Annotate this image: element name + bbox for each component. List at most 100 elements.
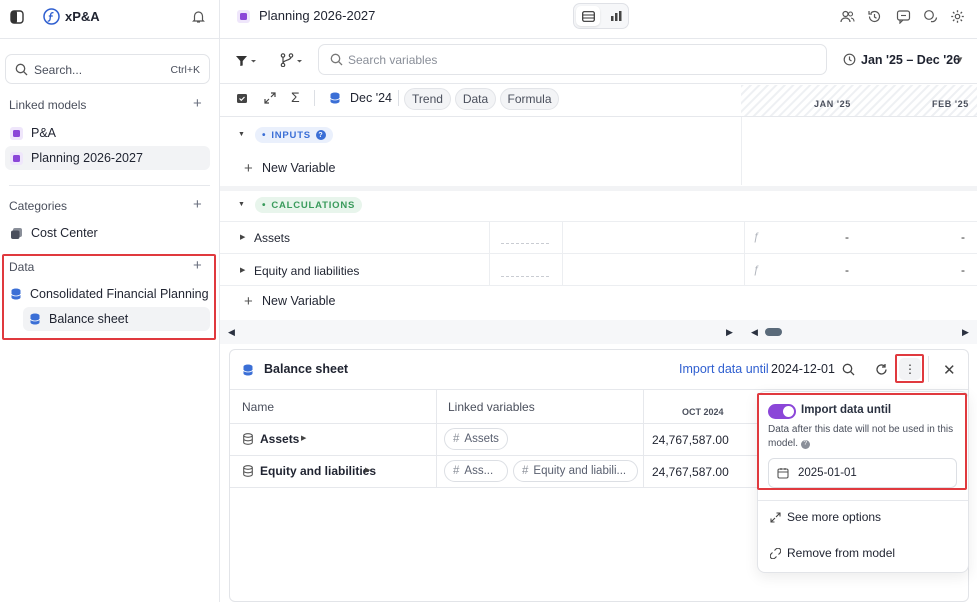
category-item[interactable]: Cost Center [5,221,210,245]
toolbar-separator [314,90,315,106]
column-header-jan: JAN '25 [814,99,851,109]
expand-row-icon[interactable]: ▶ [240,266,245,274]
branch-icon[interactable] [280,53,305,67]
panel-title: Balance sheet [264,362,349,376]
scroll-right-icon[interactable]: ▶ [726,327,733,338]
dashed-placeholder [501,276,549,277]
toggle-label: Import data until [801,404,892,416]
inputs-label: INPUTS [271,129,311,141]
history-icon[interactable] [867,9,882,24]
linked-variable-chip[interactable]: # Assets [444,428,508,450]
trend-pill[interactable]: Trend [404,88,451,110]
inputs-badge: • INPUTS ? [255,127,333,143]
sidebar-header: xP&A [0,0,220,34]
chart-view-icon[interactable] [604,6,628,26]
topbar-divider [220,38,977,39]
table-row-value[interactable]: 24,767,587.00 [652,433,729,447]
plus-icon[interactable]: + [244,160,253,177]
comment-icon[interactable] [896,9,911,24]
calendar-icon [777,467,789,479]
row-name[interactable]: Assets [254,231,290,245]
more-options-icon[interactable]: ⋮ [899,358,921,380]
variable-search-input[interactable]: Search variables [318,44,827,75]
sidebar-search[interactable]: Search... Ctrl+K [5,54,210,84]
data-pill[interactable]: Data [455,88,496,110]
database-icon [10,288,22,300]
formula-pill[interactable]: Formula [500,88,559,110]
linked-variable-chip[interactable]: # Ass... [444,460,508,482]
search-icon[interactable] [842,363,855,376]
popover-description: Data after this date will not be used in… [768,423,963,451]
expand-icon [770,512,781,523]
horizontal-scrollbar-thumb[interactable] [765,328,782,336]
scroll-left-icon[interactable]: ◀ [228,327,235,338]
scroll-right-icon[interactable]: ▶ [962,327,969,338]
new-variable-button[interactable]: New Variable [262,161,335,175]
linked-model-item-selected[interactable]: Planning 2026-2027 [5,146,210,170]
table-view-icon[interactable] [576,6,600,26]
close-icon[interactable]: ✕ [943,361,956,379]
users-icon[interactable] [840,9,855,24]
popover-divider [758,500,968,501]
view-switcher [573,3,629,29]
collapse-inputs-icon[interactable]: ▼ [238,131,245,138]
help-icon[interactable]: ? [800,439,810,449]
search-shortcut: Ctrl+K [170,64,200,76]
collapse-calculations-icon[interactable]: ▼ [238,201,245,208]
sidebar-toggle-icon[interactable] [10,10,24,24]
chip-label: Ass... [464,465,494,477]
add-category-icon[interactable]: + [193,196,202,213]
plus-icon[interactable]: + [244,293,253,310]
remove-from-model-button[interactable]: Remove from model [787,546,895,560]
row-name[interactable]: Equity and liabilities [254,264,359,278]
current-period[interactable]: Dec '24 [350,91,392,105]
chip-label: Assets [464,433,499,445]
data-item-balance-sheet[interactable]: Balance sheet [23,307,210,331]
formula-icon[interactable]: ƒ [753,231,759,243]
data-item-consolidated[interactable]: Consolidated Financial Planning [5,282,210,306]
row-value-feb[interactable]: - [961,263,965,277]
import-date-input[interactable]: 2025-01-01 [768,458,957,488]
formula-icon[interactable]: ƒ [753,264,759,276]
expand-icon[interactable] [264,92,276,104]
import-data-link[interactable]: Import data until [679,362,769,376]
linked-models-title: Linked models [9,98,87,112]
sum-icon[interactable]: Σ [291,89,300,105]
row-value-feb[interactable]: - [961,230,965,244]
refresh-icon[interactable] [875,363,888,376]
import-options-popover: Import data until Data after this date w… [757,391,969,573]
row-value-jan[interactable]: - [845,263,849,277]
calendar-icon[interactable] [236,92,248,104]
linked-model-label: Planning 2026-2027 [31,151,143,165]
import-toggle[interactable] [768,404,796,419]
column-header-month: OCT 2024 [682,407,724,417]
table-row-name[interactable]: Assets [260,432,299,446]
chevron-right-icon[interactable]: ▶ [365,466,370,474]
chevron-right-icon[interactable]: ▶ [301,434,306,442]
dashed-placeholder [501,243,549,244]
bell-icon[interactable] [191,9,206,24]
help-icon[interactable]: ? [315,130,326,140]
chevron-down-icon[interactable]: ▼ [956,55,964,64]
see-more-options-button[interactable]: See more options [787,510,881,524]
row-value-jan[interactable]: - [845,230,849,244]
table-row-value[interactable]: 24,767,587.00 [652,465,729,479]
toolbar-separator [398,90,399,106]
scroll-strip [220,320,977,344]
database-row-icon [242,465,254,477]
table-row-name[interactable]: Equity and liabilities [260,464,376,478]
row-line [220,253,977,254]
linked-variable-chip[interactable]: # Equity and liabili... [513,460,638,482]
calculations-label: CALCULATIONS [271,199,356,211]
data-title: Data [9,260,35,274]
add-linked-model-icon[interactable]: + [193,95,202,112]
expand-row-icon[interactable]: ▶ [240,233,245,241]
chat-icon[interactable] [923,9,938,24]
filter-icon[interactable] [235,54,257,67]
scroll-left-icon[interactable]: ◀ [751,327,758,338]
linked-model-item[interactable]: P&A [5,121,210,145]
new-variable-button[interactable]: New Variable [262,294,335,308]
date-range-selector[interactable]: Jan '25 – Dec '26 [861,53,960,67]
gear-icon[interactable] [950,9,965,24]
add-data-icon[interactable]: + [193,257,202,274]
